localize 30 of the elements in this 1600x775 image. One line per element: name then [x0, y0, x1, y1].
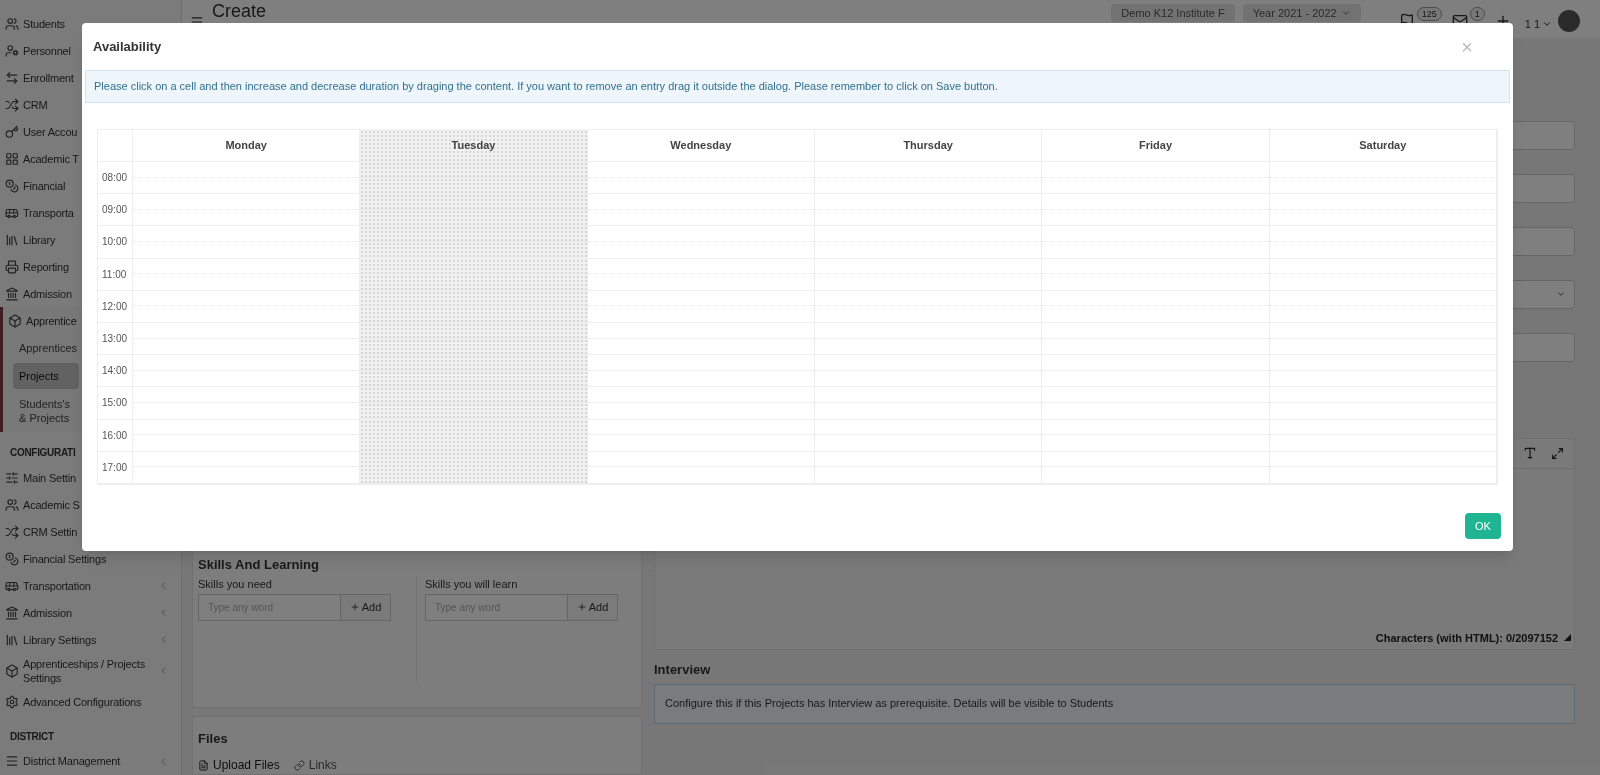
time-label: 14:00: [102, 365, 128, 377]
day-header: Thursday: [815, 130, 1043, 162]
count-badge: 125: [1416, 7, 1442, 21]
count-badge: 1: [1469, 7, 1485, 21]
section-heading: CONFIGURATI: [10, 446, 76, 461]
time-label: 15:00: [102, 397, 128, 409]
time-label: 16:00: [102, 429, 128, 441]
info-box: Configure this if this Projects has Interview as prerequisite. Details will be visible to Students: [654, 683, 1575, 724]
day-header: Wednesday: [587, 130, 815, 162]
day-header: Friday: [1042, 130, 1270, 162]
day-header: Monday: [133, 130, 361, 162]
time-label: 10:00: [102, 236, 128, 248]
dialog-title: Availability: [93, 37, 162, 56]
section-title: Interview: [654, 661, 712, 679]
time-label: 13:00: [102, 332, 128, 344]
field-label: Skills you will learn: [425, 577, 519, 592]
card-title: Skills And Learning: [198, 555, 320, 574]
day-header: Tuesday: [360, 130, 588, 162]
page-title: Create: [212, 1, 267, 21]
time-label: 17:00: [102, 461, 128, 473]
card-title: Files: [198, 729, 229, 748]
day-header: Saturday: [1269, 130, 1497, 162]
time-label: 12:00: [102, 300, 128, 312]
section-heading: DISTRICT: [10, 730, 54, 744]
time-label: 11:00: [102, 268, 127, 280]
time-label: 08:00: [102, 172, 128, 183]
time-label: 09:00: [102, 204, 128, 216]
character-counter: Characters (with HTML): 0/2097152: [1375, 630, 1558, 646]
field-label: Skills you need: [198, 577, 273, 592]
info-banner: Please click on a cell and then increase and decrease duration by draging the content. If you want to remove an entry drag it outside the dialog. Please remember to click on Save button.: [85, 70, 1510, 103]
